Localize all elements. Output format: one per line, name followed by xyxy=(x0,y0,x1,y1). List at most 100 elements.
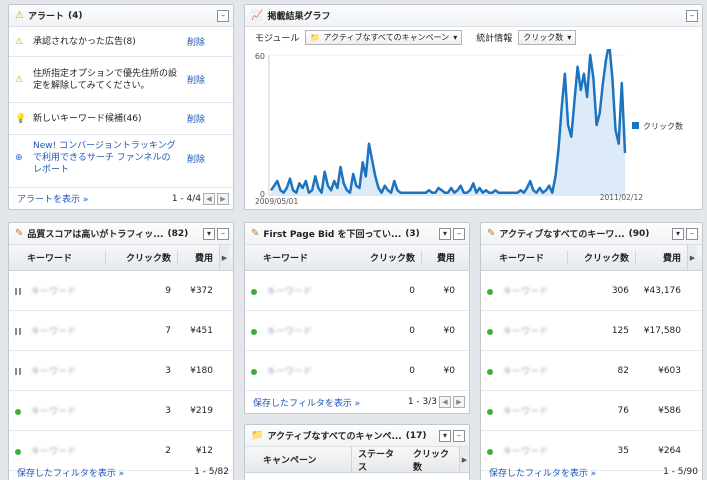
column-scroll-right[interactable]: ▶ xyxy=(219,245,229,270)
status-active-icon[interactable] xyxy=(251,368,257,375)
quality-footer: 保存したフィルタを表示 » 1 - 5/82 xyxy=(17,467,229,479)
minimize-button[interactable]: – xyxy=(217,9,229,22)
keyword-text[interactable]: キーワード xyxy=(31,444,76,457)
status-active-icon[interactable] xyxy=(487,448,493,455)
show-alerts-link[interactable]: アラートを表示 » xyxy=(17,192,88,205)
column-scroll-right[interactable]: ▶ xyxy=(687,245,697,270)
folder-icon: 📁 xyxy=(310,32,321,42)
y-tick-max: 60 xyxy=(255,52,265,61)
status-active-icon[interactable] xyxy=(487,368,493,375)
quality-score-panel: ✎ 品質スコアは高いがトラフィッ... (82) ▾ – キーワード クリック数… xyxy=(8,222,234,480)
minimize-button[interactable]: – xyxy=(453,429,465,442)
table-row: キーワード 82 ¥603 xyxy=(481,351,702,391)
table-row: キーワード 9 ¥372 xyxy=(9,271,233,311)
delete-link[interactable]: 削除 xyxy=(187,112,227,125)
alert-item: ⊕ New! コンバージョントラッキングで利用できるサーチ ファンネルのレポート… xyxy=(9,135,233,181)
dropdown-button[interactable]: ▾ xyxy=(672,227,684,240)
status-active-icon[interactable] xyxy=(487,408,493,415)
minimize-button[interactable]: – xyxy=(686,227,698,240)
legend-label: クリック数 xyxy=(643,121,683,131)
alerts-footer: アラートを表示 » 1 - 4/4 ◀ ▶ xyxy=(9,187,233,209)
status-active-icon[interactable] xyxy=(487,328,493,335)
graph-header: 📈 掲載結果グラフ – xyxy=(245,5,702,27)
pencil-icon: ✎ xyxy=(251,228,260,239)
active-kw-header: ✎ アクティブなすべてのキーワ... (90) ▾ – xyxy=(481,223,702,245)
delete-link[interactable]: 削除 xyxy=(187,35,227,48)
keyword-text[interactable]: キーワード xyxy=(31,284,76,297)
table-row: キーワード 3 ¥180 xyxy=(9,351,233,391)
stat-label: 統計情報 xyxy=(476,33,513,44)
column-scroll-right[interactable]: ▶ xyxy=(459,447,469,472)
alerts-panel: ⚠ アラート (4) – ⚠ 承認されなかった広告(8) 削除 ⚠ 住所指定オプ… xyxy=(8,4,234,210)
cost-cell: ¥219 xyxy=(190,405,213,416)
keyword-text[interactable]: キーワード xyxy=(267,324,312,337)
clicks-cell: 2 xyxy=(165,445,171,456)
pencil-icon: ✎ xyxy=(15,228,24,239)
table-row: キーワード 3 ¥219 xyxy=(9,391,233,431)
keyword-text[interactable]: キーワード xyxy=(267,284,312,297)
cost-cell: ¥586 xyxy=(658,405,681,416)
prev-page-button[interactable]: ◀ xyxy=(203,192,215,205)
clicks-cell: 306 xyxy=(611,285,629,296)
plus-circle-icon: ⊕ xyxy=(15,153,23,163)
stat-select[interactable]: クリック数 ▾ xyxy=(518,29,577,45)
cost-cell: ¥17,580 xyxy=(643,325,681,336)
clicks-cell: 125 xyxy=(611,325,629,336)
table-header: キーワード クリック数 費用 ▶ xyxy=(481,245,702,271)
table-header: キーワード クリック数 費用 ▶ xyxy=(9,245,233,271)
keyword-text[interactable]: キーワード xyxy=(31,324,76,337)
x-end-label: 2011/02/12 xyxy=(600,193,643,202)
delete-link[interactable]: 削除 xyxy=(187,152,227,165)
warning-icon: ⚠ xyxy=(15,10,24,21)
status-paused-icon[interactable] xyxy=(15,288,21,295)
keyword-text[interactable]: キーワード xyxy=(503,284,548,297)
keyword-text[interactable]: キーワード xyxy=(503,324,548,337)
campaigns-header: 📁 アクティブなすべてのキャンペ... (17) ▾ – xyxy=(245,425,469,447)
clicks-cell: 35 xyxy=(617,445,629,456)
alerts-title: アラート xyxy=(27,12,64,22)
status-active-icon[interactable] xyxy=(487,288,493,295)
status-active-icon[interactable] xyxy=(15,408,21,415)
pencil-icon: ✎ xyxy=(487,228,496,239)
cost-cell: ¥264 xyxy=(658,445,681,456)
table-row: キーワード 0 ¥0 xyxy=(245,271,469,311)
performance-chart: 60 0 2009/05/01 2011/02/12 クリック数 xyxy=(255,49,683,206)
clicks-cell: 76 xyxy=(617,405,629,416)
active-keywords-panel: ✎ アクティブなすべてのキーワ... (90) ▾ – キーワード クリック数 … xyxy=(480,222,703,480)
minimize-button[interactable]: – xyxy=(686,9,698,22)
status-paused-icon[interactable] xyxy=(15,368,21,375)
alerts-count: (4) xyxy=(67,10,83,21)
status-active-icon[interactable] xyxy=(251,328,257,335)
delete-link[interactable]: 削除 xyxy=(187,73,227,86)
table-row: キーワード 125 ¥17,580 xyxy=(481,311,702,351)
dropdown-button[interactable]: ▾ xyxy=(439,227,451,240)
dropdown-button[interactable]: ▾ xyxy=(203,227,215,240)
dropdown-button[interactable]: ▾ xyxy=(439,429,451,442)
keyword-text[interactable]: キーワード xyxy=(267,364,312,377)
next-page-button[interactable]: ▶ xyxy=(453,396,465,408)
keyword-text[interactable]: キーワード xyxy=(503,444,548,457)
cost-cell: ¥451 xyxy=(190,325,213,336)
status-paused-icon[interactable] xyxy=(15,328,21,335)
status-active-icon[interactable] xyxy=(15,448,21,455)
keyword-text[interactable]: キーワード xyxy=(503,404,548,417)
status-active-icon[interactable] xyxy=(251,288,257,295)
chevron-down-icon: ▾ xyxy=(567,32,572,42)
clicks-cell: 0 xyxy=(409,285,415,296)
keyword-text[interactable]: キーワード xyxy=(503,364,548,377)
cost-cell: ¥603 xyxy=(658,365,681,376)
first-page-header: ✎ First Page Bid を下回ってい... (3) ▾ – xyxy=(245,223,469,245)
next-page-button[interactable]: ▶ xyxy=(217,192,229,205)
graph-controls: モジュール 📁 アクティブなすべてのキャンペーン ▾ 統計情報 クリック数 ▾ xyxy=(245,27,702,47)
module-select[interactable]: 📁 アクティブなすべてのキャンペーン ▾ xyxy=(305,29,463,45)
minimize-button[interactable]: – xyxy=(217,227,229,240)
prev-page-button[interactable]: ◀ xyxy=(439,396,451,408)
keyword-text[interactable]: キーワード xyxy=(31,404,76,417)
alert-item: ⚠ 住所指定オプションで優先住所の設定を解除してみてください。 削除 xyxy=(9,57,233,103)
keyword-text[interactable]: キーワード xyxy=(31,364,76,377)
table-row: キーワード 7 ¥451 xyxy=(9,311,233,351)
table-row: キーワード 0 ¥0 xyxy=(245,311,469,351)
conversion-report-link[interactable]: New! コンバージョントラッキングで利用できるサーチ ファンネルのレポート xyxy=(33,140,187,176)
minimize-button[interactable]: – xyxy=(453,227,465,240)
cost-cell: ¥43,176 xyxy=(643,285,681,296)
